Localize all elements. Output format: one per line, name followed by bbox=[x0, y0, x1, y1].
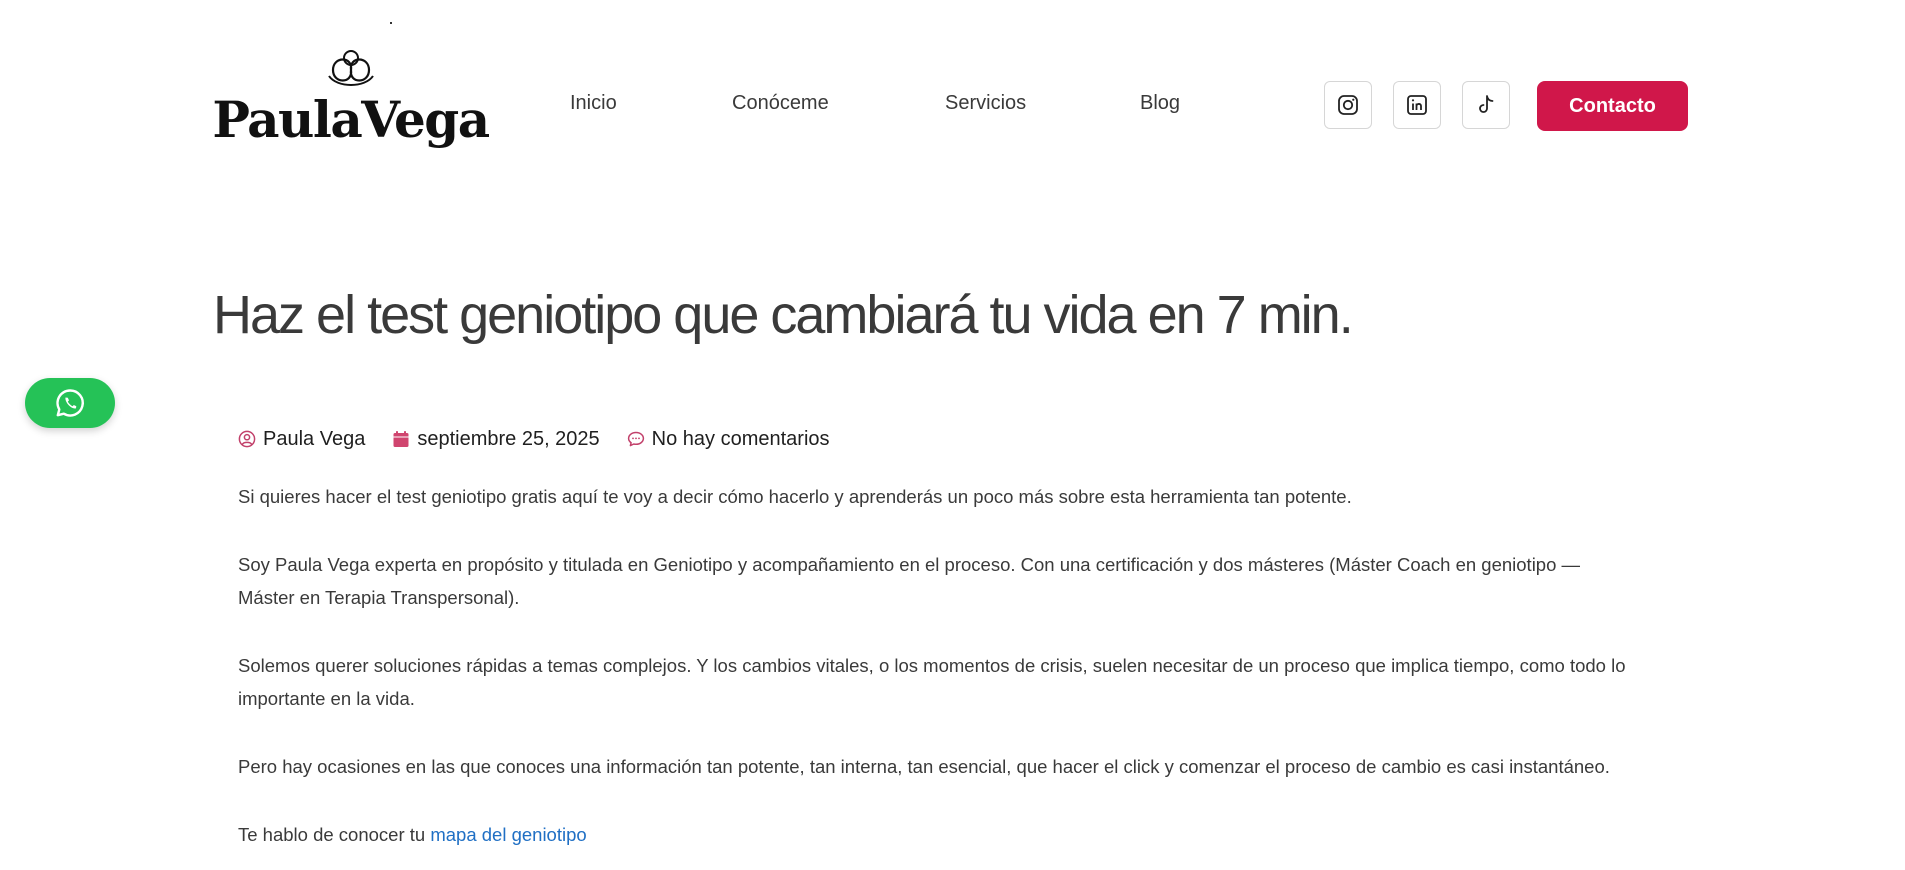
tiktok-link[interactable] bbox=[1462, 81, 1510, 129]
article-paragraph-5: Te hablo de conocer tu mapa del geniotip… bbox=[238, 818, 1638, 851]
article-paragraph-2: Soy Paula Vega experta en propósito y ti… bbox=[238, 554, 1581, 608]
article-paragraph-4: Pero hay ocasiones en las que conoces un… bbox=[238, 756, 1610, 777]
article-content: Si quieres hacer el test geniotipo grati… bbox=[238, 480, 1638, 870]
meta-author-name[interactable]: Paula Vega bbox=[263, 428, 365, 451]
instagram-icon bbox=[1338, 95, 1358, 115]
meta-date-text: septiembre 25, 2025 bbox=[417, 427, 600, 450]
linkedin-link[interactable] bbox=[1393, 81, 1441, 129]
meta-author: Paula Vega bbox=[238, 428, 365, 451]
nav-item-servicios[interactable]: Servicios bbox=[945, 92, 1026, 115]
tiktok-icon bbox=[1479, 95, 1494, 113]
article-paragraph-3: Solemos querer soluciones rápidas a tema… bbox=[238, 655, 1626, 709]
paragraph-5-text: Te hablo de conocer tu bbox=[238, 824, 431, 845]
contact-button[interactable]: Contacto bbox=[1537, 81, 1688, 131]
nav-item-conoceme[interactable]: Conóceme bbox=[732, 92, 829, 115]
instagram-link[interactable] bbox=[1324, 81, 1372, 129]
meta-comments-text[interactable]: No hay comentarios bbox=[652, 428, 830, 451]
page: PaulaVega Inicio Conóceme Servicios Blog bbox=[0, 0, 1905, 870]
logo-knot-icon bbox=[327, 50, 374, 86]
comment-icon bbox=[627, 431, 644, 447]
whatsapp-icon bbox=[56, 389, 84, 417]
article-title: Haz el test geniotipo que cambiará tu vi… bbox=[213, 285, 1354, 345]
nav-item-inicio[interactable]: Inicio bbox=[570, 92, 617, 115]
site-header: PaulaVega Inicio Conóceme Servicios Blog bbox=[0, 0, 1905, 170]
user-circle-icon bbox=[238, 430, 256, 448]
article-meta: Paula Vega septiembre 25, 2025 No hay co… bbox=[238, 425, 857, 453]
meta-date: septiembre 25, 2025 bbox=[392, 427, 600, 451]
geniotipo-map-link[interactable]: mapa del geniotipo bbox=[430, 824, 586, 845]
nav-item-blog[interactable]: Blog bbox=[1140, 92, 1180, 115]
meta-comments: No hay comentarios bbox=[627, 428, 830, 451]
calendar-icon bbox=[393, 431, 409, 447]
logo-text: PaulaVega bbox=[212, 90, 490, 149]
whatsapp-floating-button[interactable] bbox=[25, 378, 115, 428]
linkedin-icon bbox=[1407, 95, 1427, 115]
site-logo[interactable]: PaulaVega bbox=[212, 48, 490, 163]
article-paragraph-1: Si quieres hacer el test geniotipo grati… bbox=[238, 486, 1352, 507]
